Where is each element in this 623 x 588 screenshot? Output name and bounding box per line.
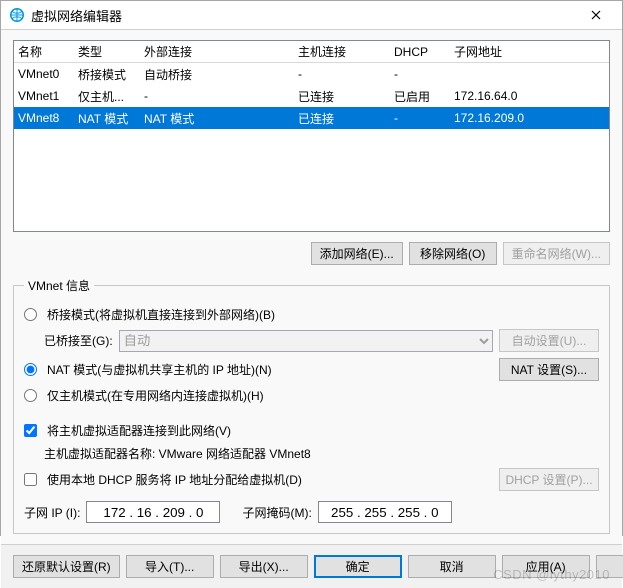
titlebar: 虚拟网络编辑器 — [1, 1, 622, 30]
host-adapter-name: 主机虚拟适配器名称: VMware 网络适配器 VMnet8 — [44, 445, 599, 462]
nat-mode-label[interactable]: NAT 模式(与虚拟机共享主机的 IP 地址)(N) — [47, 361, 272, 378]
window-frame: 虚拟网络编辑器 名称 类型 外部连接 主机连接 DHCP 子网地址 VMnet0… — [0, 0, 623, 536]
bridge-to-select: 自动 — [119, 330, 493, 352]
cancel-button[interactable]: 取消 — [408, 555, 496, 578]
subnet-mask-label: 子网掩码(M): — [242, 504, 311, 521]
col-ext[interactable]: 外部连接 — [144, 43, 298, 60]
col-subnet[interactable]: 子网地址 — [454, 43, 609, 60]
col-name[interactable]: 名称 — [18, 43, 78, 60]
network-action-bar: 添加网络(E)... 移除网络(O) 重命名网络(W)... — [13, 232, 610, 271]
apply-button[interactable]: 应用(A) — [502, 555, 590, 578]
auto-settings-button: 自动设置(U)... — [499, 329, 599, 352]
dhcp-settings-button: DHCP 设置(P)... — [499, 468, 599, 491]
footer-right: 确定 取消 应用(A) 帮助 — [314, 555, 623, 578]
ok-button[interactable]: 确定 — [314, 555, 402, 578]
client-area: 名称 类型 外部连接 主机连接 DHCP 子网地址 VMnet0 桥接模式 自动… — [1, 30, 622, 544]
dhcp-checkbox[interactable] — [24, 473, 37, 486]
hostonly-mode-label[interactable]: 仅主机模式(在专用网络内连接虚拟机)(H) — [47, 387, 264, 404]
col-type[interactable]: 类型 — [78, 43, 144, 60]
hostonly-mode-radio[interactable] — [24, 389, 37, 402]
col-dhcp[interactable]: DHCP — [394, 45, 454, 59]
bridge-mode-row: 桥接模式(将虚拟机直接连接到外部网络)(B) — [24, 306, 599, 323]
footer: 还原默认设置(R) 导入(T)... 导出(X)... 确定 取消 应用(A) … — [1, 544, 622, 588]
add-network-button[interactable]: 添加网络(E)... — [311, 242, 403, 265]
table-row-selected[interactable]: VMnet8 NAT 模式 NAT 模式 已连接 - 172.16.209.0 — [14, 107, 609, 129]
subnet-ip-input[interactable] — [86, 501, 220, 523]
bridge-mode-label[interactable]: 桥接模式(将虚拟机直接连接到外部网络)(B) — [47, 306, 275, 323]
host-adapter-label[interactable]: 将主机虚拟适配器连接到此网络(V) — [47, 422, 231, 439]
export-button[interactable]: 导出(X)... — [220, 555, 308, 578]
app-icon — [9, 7, 25, 23]
host-adapter-checkbox[interactable] — [24, 424, 37, 437]
table-row[interactable]: VMnet0 桥接模式 自动桥接 - - — [14, 63, 609, 85]
host-adapter-row: 将主机虚拟适配器连接到此网络(V) — [24, 422, 599, 439]
network-table: 名称 类型 外部连接 主机连接 DHCP 子网地址 VMnet0 桥接模式 自动… — [13, 40, 610, 232]
rename-network-button: 重命名网络(W)... — [503, 242, 610, 265]
col-host[interactable]: 主机连接 — [298, 43, 394, 60]
subnet-ip-label: 子网 IP (I): — [24, 504, 80, 521]
footer-left: 还原默认设置(R) 导入(T)... 导出(X)... — [13, 555, 308, 578]
import-button[interactable]: 导入(T)... — [126, 555, 214, 578]
dhcp-label[interactable]: 使用本地 DHCP 服务将 IP 地址分配给虚拟机(D) — [47, 471, 302, 488]
bridge-to-row: 已桥接至(G): 自动 自动设置(U)... — [44, 329, 599, 352]
dhcp-row: 使用本地 DHCP 服务将 IP 地址分配给虚拟机(D) DHCP 设置(P).… — [24, 468, 599, 491]
close-button[interactable] — [574, 1, 618, 29]
bridge-mode-radio[interactable] — [24, 308, 37, 321]
subnet-row: 子网 IP (I): 子网掩码(M): — [24, 501, 599, 523]
nat-mode-row: NAT 模式(与虚拟机共享主机的 IP 地址)(N) NAT 设置(S)... — [24, 358, 599, 381]
remove-network-button[interactable]: 移除网络(O) — [409, 242, 497, 265]
restore-defaults-button[interactable]: 还原默认设置(R) — [13, 555, 120, 578]
table-header: 名称 类型 外部连接 主机连接 DHCP 子网地址 — [14, 41, 609, 63]
subnet-mask-input[interactable] — [318, 501, 452, 523]
window-title: 虚拟网络编辑器 — [31, 6, 574, 25]
table-row[interactable]: VMnet1 仅主机... - 已连接 已启用 172.16.64.0 — [14, 85, 609, 107]
vmnet-info-legend: VMnet 信息 — [24, 277, 94, 294]
help-button[interactable]: 帮助 — [596, 555, 623, 578]
vmnet-info-group: VMnet 信息 桥接模式(将虚拟机直接连接到外部网络)(B) 已桥接至(G):… — [13, 277, 610, 534]
nat-settings-button[interactable]: NAT 设置(S)... — [499, 358, 599, 381]
hostonly-mode-row: 仅主机模式(在专用网络内连接虚拟机)(H) — [24, 387, 599, 404]
bridge-to-label: 已桥接至(G): — [44, 332, 113, 349]
nat-mode-radio[interactable] — [24, 363, 37, 376]
